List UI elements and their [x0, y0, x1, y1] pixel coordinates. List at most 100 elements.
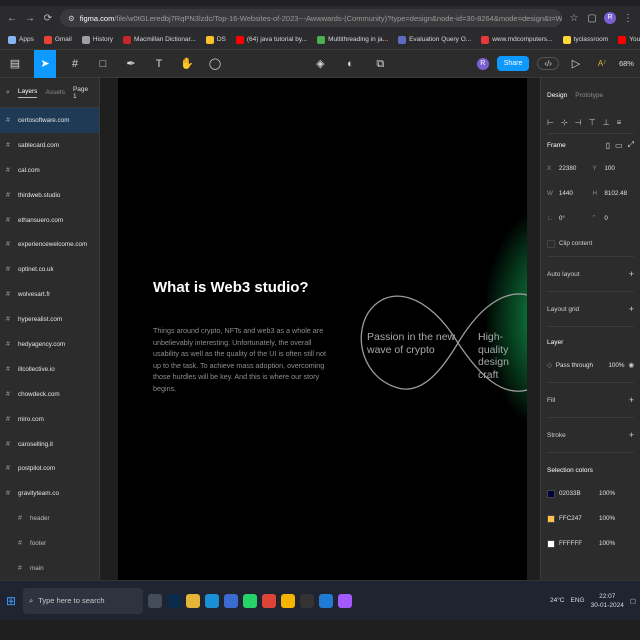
bookmark-star-icon[interactable]: ☆ — [568, 13, 580, 24]
x-field[interactable]: 22380 — [559, 165, 589, 172]
tab-design[interactable]: Design — [547, 92, 567, 99]
bookmark-item[interactable]: Macmillan Dictionar... — [123, 35, 196, 44]
layer-item[interactable]: # miro.com — [0, 407, 99, 432]
height-field[interactable]: 8102.48 — [604, 190, 634, 197]
blend-mode-select[interactable]: Pass through — [556, 362, 593, 369]
comment-tool-icon[interactable]: ◯ — [206, 50, 224, 78]
weather-text[interactable]: 24°C — [550, 597, 565, 604]
align-middle-icon[interactable]: ⊥ — [603, 118, 610, 127]
boolean-icon[interactable]: ⧉ — [371, 50, 389, 78]
visibility-eye-icon[interactable]: ◉ — [629, 362, 635, 369]
layer-item[interactable]: # postpilot.com — [0, 456, 99, 481]
figma-app-icon[interactable] — [338, 593, 352, 608]
layer-item[interactable]: # wolvesart.fr — [0, 282, 99, 307]
shape-tool-icon[interactable]: □ — [94, 50, 112, 78]
layer-item[interactable]: # chowdeck.com — [0, 382, 99, 407]
portrait-icon[interactable]: ▯ — [606, 141, 610, 150]
layer-item[interactable]: # footer — [0, 531, 99, 556]
bookmark-item[interactable]: DS — [205, 35, 226, 44]
bookmark-item[interactable]: History — [81, 35, 113, 44]
align-center-icon[interactable]: ⊹ — [561, 118, 568, 127]
frame-tool-icon[interactable]: # — [66, 50, 84, 78]
layer-item[interactable]: # cal.com — [0, 158, 99, 183]
tab-assets[interactable]: Assets — [45, 89, 65, 96]
distribute-icon[interactable]: ≡ — [617, 118, 622, 127]
dev-mode-toggle[interactable]: ‹/› — [537, 57, 559, 70]
present-play-icon[interactable]: ▷ — [567, 50, 585, 78]
color-hex[interactable]: FFFFFF — [559, 540, 595, 547]
color-opacity[interactable]: 100% — [599, 515, 615, 522]
site-info-icon[interactable]: ⚙ — [68, 14, 75, 23]
user-avatar[interactable]: R — [476, 57, 489, 70]
profile-avatar[interactable]: R — [604, 12, 616, 24]
landscape-icon[interactable]: ▭ — [615, 141, 623, 150]
bookmark-item[interactable]: Evaluation Query O... — [398, 35, 471, 44]
align-right-icon[interactable]: ⊣ — [575, 118, 582, 127]
share-button[interactable]: Share — [496, 56, 530, 71]
main-menu-icon[interactable]: ▤ — [6, 50, 24, 78]
bookmark-item[interactable]: YouTube — [618, 35, 640, 44]
layer-item[interactable]: # certosoftware.com — [0, 108, 99, 133]
layer-item[interactable]: # main — [0, 556, 99, 580]
page-selector[interactable]: Page 1 — [73, 86, 93, 100]
vscode-app-icon[interactable] — [319, 593, 333, 608]
selection-color-row[interactable]: FFC247 100% — [547, 506, 634, 531]
color-opacity[interactable]: 100% — [599, 540, 615, 547]
language-indicator[interactable]: ENG — [571, 597, 585, 604]
canvas[interactable]: What is Web3 studio? Things around crypt… — [100, 78, 540, 580]
selection-color-row[interactable]: 02033B 100% — [547, 481, 634, 506]
frame-label[interactable]: Frame — [547, 142, 566, 149]
add-fill-icon[interactable]: + — [629, 395, 634, 405]
notification-icon[interactable]: ▢ — [630, 597, 636, 605]
bookmark-item[interactable]: Apps — [8, 35, 34, 44]
reload-icon[interactable]: ⟳ — [42, 13, 54, 24]
extensions-icon[interactable]: ▢ — [586, 13, 598, 24]
layer-item[interactable]: # sablecard.com — [0, 133, 99, 158]
mask-icon[interactable]: ◐ — [341, 50, 359, 78]
color-hex[interactable]: FFC247 — [559, 515, 595, 522]
tab-layers[interactable]: Layers — [17, 88, 38, 98]
resize-icon[interactable]: ⤢ — [628, 140, 634, 150]
selection-color-row[interactable]: FFFFFF 100% — [547, 531, 634, 556]
tab-prototype[interactable]: Prototype — [575, 92, 603, 99]
zoom-level[interactable]: 68% — [619, 59, 634, 68]
align-left-icon[interactable]: ⊢ — [547, 118, 554, 127]
edge-app-icon[interactable] — [205, 593, 219, 608]
clock[interactable]: 22:07 30-01-2024 — [591, 592, 624, 610]
layer-item[interactable]: # hedyagency.com — [0, 332, 99, 357]
clip-content-checkbox[interactable] — [547, 239, 555, 248]
hand-tool-icon[interactable]: ✋ — [178, 50, 196, 78]
color-opacity[interactable]: 100% — [599, 490, 615, 497]
color-swatch[interactable] — [547, 514, 555, 523]
move-tool-icon[interactable]: ➤ — [34, 49, 56, 78]
taskbar-search[interactable]: ⌕ Type here to search — [23, 587, 143, 614]
search-icon[interactable]: ⌕ — [6, 89, 10, 97]
layer-item[interactable]: # experiencewelcome.com — [0, 232, 99, 257]
y-field[interactable]: 100 — [604, 165, 634, 172]
layer-item[interactable]: # optinet.co.uk — [0, 257, 99, 282]
layer-item[interactable]: # header — [0, 506, 99, 531]
whatsapp-app-icon[interactable] — [243, 593, 257, 608]
chrome-active-app-icon[interactable] — [281, 593, 295, 608]
text-tool-icon[interactable]: T — [150, 50, 168, 78]
rotation-field[interactable]: 0° — [559, 215, 589, 222]
color-swatch[interactable] — [547, 539, 555, 548]
task-view-icon[interactable] — [148, 593, 162, 608]
add-layout-grid-icon[interactable]: + — [629, 304, 634, 314]
file-explorer-app-icon[interactable] — [186, 593, 200, 608]
align-top-icon[interactable]: ⊤ — [589, 118, 596, 127]
bookmark-item[interactable]: www.mdcomputers... — [481, 35, 553, 44]
text-style-icon[interactable]: A⁷ — [593, 50, 611, 78]
bookmark-item[interactable]: Multithreading in ja... — [317, 35, 388, 44]
pen-tool-icon[interactable]: ✒ — [122, 50, 140, 78]
layer-item[interactable]: # thirdweb.studio — [0, 183, 99, 208]
store-app-icon[interactable] — [224, 593, 238, 608]
add-stroke-icon[interactable]: + — [629, 430, 634, 440]
layer-item[interactable]: # hyperealist.com — [0, 307, 99, 332]
add-auto-layout-icon[interactable]: + — [629, 269, 634, 279]
chrome-app-icon[interactable] — [262, 593, 276, 608]
color-swatch[interactable] — [547, 489, 555, 498]
browser-menu-icon[interactable]: ⋮ — [622, 13, 634, 24]
component-icon[interactable]: ◈ — [311, 50, 329, 78]
web3-frame[interactable]: What is Web3 studio? Things around crypt… — [118, 78, 527, 580]
